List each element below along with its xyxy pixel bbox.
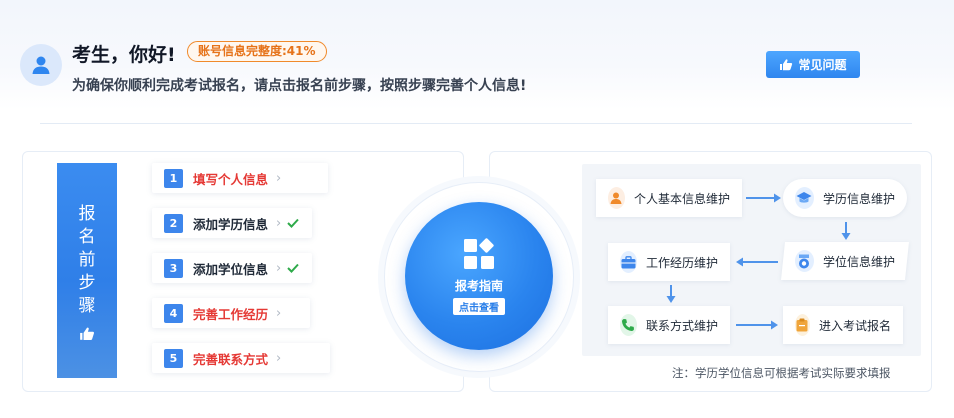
briefcase-icon bbox=[620, 251, 637, 273]
chevron-right-icon: › bbox=[276, 260, 282, 276]
pointing-hand-icon bbox=[780, 59, 793, 71]
step-add-degree[interactable]: 3 添加学位信息 › bbox=[152, 253, 312, 283]
check-icon bbox=[287, 218, 299, 228]
step-label: 添加学位信息 bbox=[193, 261, 269, 277]
flow-node-degree: 学位信息维护 bbox=[781, 242, 909, 280]
step-complete-contact[interactable]: 5 完善联系方式 › bbox=[152, 343, 330, 373]
step-number: 5 bbox=[164, 348, 183, 368]
step-label: 添加学历信息 bbox=[193, 216, 269, 232]
step-number: 1 bbox=[164, 168, 183, 188]
faq-button-label: 常见问题 bbox=[798, 58, 847, 72]
chevron-right-icon: › bbox=[276, 170, 282, 186]
step-label: 完善联系方式 bbox=[193, 351, 269, 367]
step-number: 3 bbox=[164, 258, 183, 278]
arrow-right-icon bbox=[746, 193, 781, 203]
flow-note: 注：学历学位信息可根据考试实际要求填报 bbox=[672, 366, 891, 380]
steps-banner: 报 名 前 步 骤 bbox=[57, 163, 117, 378]
check-icon bbox=[287, 263, 299, 273]
guide-view-button[interactable]: 点击查看 bbox=[453, 298, 505, 315]
flow-node-label: 进入考试报名 bbox=[818, 318, 891, 333]
step-label: 填写个人信息 bbox=[193, 171, 269, 187]
instruction-subtitle: 为确保你顺利完成考试报名，请点击报名前步骤，按照步骤完善个人信息! bbox=[72, 78, 527, 94]
chevron-right-icon: › bbox=[276, 305, 282, 321]
greeting-title: 考生，你好! bbox=[72, 44, 176, 66]
user-icon bbox=[32, 56, 50, 74]
arrow-down-icon bbox=[841, 222, 851, 240]
step-label: 完善工作经历 bbox=[193, 306, 269, 322]
flow-node-contact: 联系方式维护 bbox=[608, 306, 730, 344]
flow-node-label: 学位信息维护 bbox=[822, 254, 895, 269]
banner-char: 前 bbox=[78, 250, 96, 270]
flow-node-education: 学历信息维护 bbox=[783, 179, 907, 217]
arrow-left-icon bbox=[736, 257, 778, 267]
header-divider bbox=[40, 123, 912, 124]
flow-node-personal-info: 个人基本信息维护 bbox=[596, 179, 742, 217]
arrow-right-icon bbox=[736, 320, 778, 330]
flow-node-work: 工作经历维护 bbox=[608, 243, 730, 281]
clipboard-icon bbox=[795, 314, 810, 336]
banner-char: 骤 bbox=[78, 296, 96, 316]
step-fill-personal-info[interactable]: 1 填写个人信息 › bbox=[152, 163, 328, 193]
banner-char: 步 bbox=[78, 273, 96, 293]
flow-node-label: 联系方式维护 bbox=[645, 318, 718, 333]
phone-icon bbox=[620, 314, 637, 336]
flow-node-label: 学历信息维护 bbox=[822, 191, 895, 206]
graduation-cap-icon bbox=[795, 187, 814, 209]
guide-title: 报考指南 bbox=[454, 279, 503, 293]
flow-node-label: 工作经历维护 bbox=[645, 255, 718, 270]
faq-button[interactable]: 常见问题 bbox=[766, 51, 860, 78]
user-avatar bbox=[20, 44, 62, 86]
chevron-right-icon: › bbox=[276, 350, 282, 366]
arrow-down-icon bbox=[666, 285, 676, 303]
exam-guide-button[interactable]: 报考指南 点击查看 bbox=[405, 202, 553, 350]
step-complete-work-history[interactable]: 4 完善工作经历 › bbox=[152, 298, 310, 328]
flow-node-label: 个人基本信息维护 bbox=[633, 191, 730, 206]
grid-shapes-icon bbox=[464, 238, 494, 269]
step-number: 2 bbox=[164, 213, 183, 233]
flow-node-enter-registration: 进入考试报名 bbox=[783, 306, 903, 344]
banner-char: 名 bbox=[78, 227, 96, 247]
step-add-education[interactable]: 2 添加学历信息 › bbox=[152, 208, 312, 238]
banner-char: 报 bbox=[78, 204, 96, 224]
person-icon bbox=[608, 187, 625, 209]
medal-icon bbox=[795, 250, 814, 272]
chevron-right-icon: › bbox=[276, 215, 282, 231]
pointing-hand-icon bbox=[80, 327, 95, 341]
completeness-badge: 账号信息完整度:41% bbox=[187, 41, 327, 62]
step-number: 4 bbox=[164, 303, 183, 323]
